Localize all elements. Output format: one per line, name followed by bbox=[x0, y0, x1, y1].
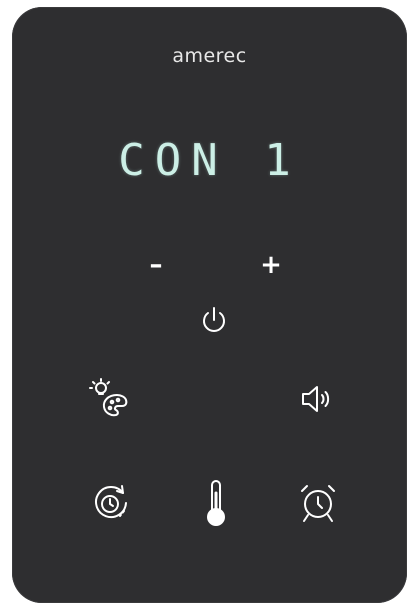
plus-label: + bbox=[260, 250, 282, 280]
segment-display: CON 1 bbox=[118, 135, 301, 186]
control-panel: amerec CON 1 – + bbox=[12, 7, 407, 603]
minus-button[interactable]: – bbox=[138, 247, 174, 283]
minus-label: – bbox=[149, 250, 163, 280]
light-color-button[interactable] bbox=[86, 375, 134, 423]
power-icon bbox=[198, 304, 230, 336]
plus-button[interactable]: + bbox=[253, 247, 289, 283]
thermometer-icon bbox=[203, 479, 229, 527]
temperature-button[interactable] bbox=[196, 477, 236, 529]
brand-logo: amerec bbox=[172, 45, 247, 67]
alarm-button[interactable] bbox=[294, 477, 342, 529]
alarm-clock-icon bbox=[296, 479, 340, 527]
power-button[interactable] bbox=[196, 302, 232, 338]
timer-icon bbox=[89, 481, 133, 525]
volume-button[interactable] bbox=[296, 379, 336, 419]
timer-button[interactable] bbox=[87, 479, 135, 527]
light-color-icon bbox=[88, 377, 132, 421]
volume-icon bbox=[298, 381, 334, 417]
